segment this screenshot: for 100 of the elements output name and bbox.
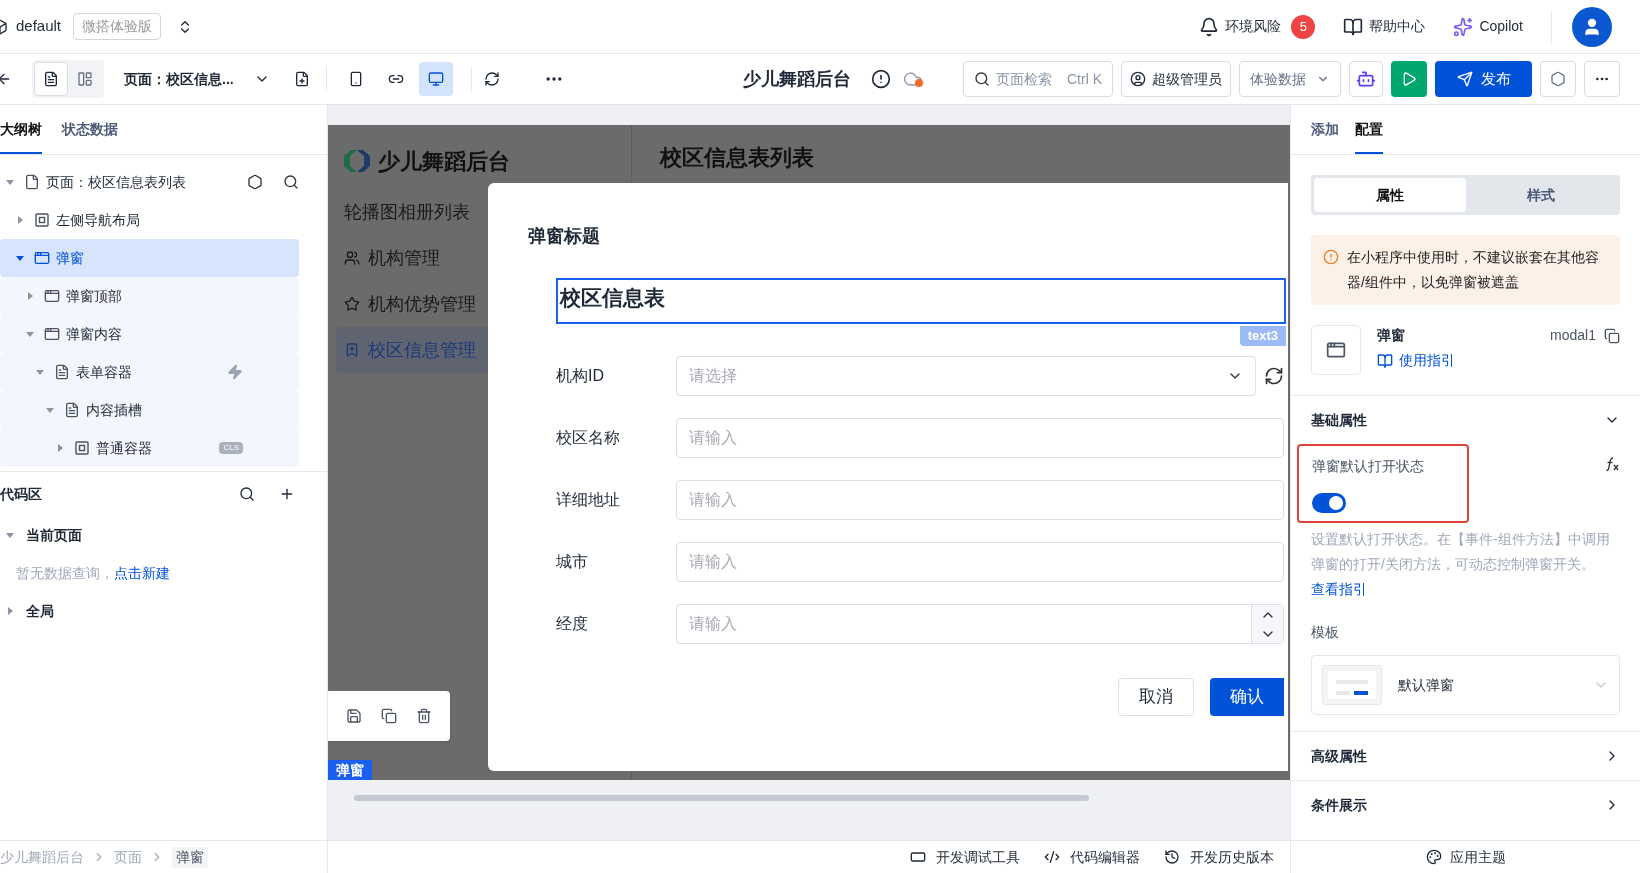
save-icon[interactable] — [345, 708, 362, 724]
publish-button[interactable]: 发布 — [1435, 61, 1532, 97]
header-link[interactable]: 帮助中心 — [1343, 16, 1426, 37]
edition-tag: 微搭体验版 — [73, 13, 162, 40]
window-icon — [44, 326, 60, 342]
tree-item[interactable]: 弹窗 — [0, 239, 299, 277]
page-select[interactable]: 页面：校区信息... — [124, 68, 270, 90]
delete-icon[interactable] — [416, 708, 433, 724]
settings-button[interactable] — [1540, 61, 1576, 97]
form-icon — [54, 364, 70, 380]
tree-item[interactable]: 弹窗顶部 — [0, 277, 299, 315]
shortcut-hint: Ctrl K — [1067, 69, 1102, 89]
input-field[interactable]: 请输入 — [676, 418, 1284, 458]
people-icon — [344, 250, 360, 266]
add-icon[interactable] — [279, 486, 295, 502]
tree-item[interactable]: 表单容器 — [0, 353, 299, 391]
refresh-icon[interactable] — [1264, 366, 1284, 386]
panel-tab[interactable]: 配置 — [1355, 119, 1383, 154]
guide-link[interactable]: 使用指引 — [1377, 350, 1620, 371]
cloud-status-icon — [903, 69, 923, 89]
user-icon — [1582, 16, 1602, 37]
create-link[interactable]: 点击新建 — [114, 562, 170, 584]
tree-item[interactable]: 页面：校区信息表列表 — [0, 163, 299, 201]
search-icon[interactable] — [283, 174, 299, 190]
property-label: 弹窗默认打开状态 — [1312, 457, 1425, 476]
code-group[interactable]: 当前页面 — [0, 516, 327, 554]
settings-icon — [1550, 71, 1566, 87]
code-icon — [1044, 849, 1060, 865]
input-field[interactable]: 请输入 — [676, 542, 1284, 582]
tree-item[interactable]: 普通容器 CLS — [0, 429, 299, 467]
app-title: 少儿舞蹈后台 — [743, 67, 851, 91]
tree-item-tag: CLS — [219, 442, 243, 454]
tree-item-label: 弹窗内容 — [66, 324, 122, 344]
search-icon[interactable] — [239, 486, 255, 502]
expand-caret-icon[interactable] — [6, 607, 14, 615]
theme-link[interactable]: 应用主题 — [1449, 846, 1506, 868]
page-icon — [24, 174, 40, 190]
section-header[interactable]: 基础属性 — [1311, 396, 1620, 444]
empty-hint: 暂无数据查询， — [16, 563, 114, 583]
formula-icon[interactable] — [1604, 456, 1620, 472]
container-icon — [34, 212, 50, 228]
data-select[interactable]: 体验数据 — [1239, 61, 1341, 97]
property-help: 设置默认打开状态。在【事件-组件方法】中调用弹窗的打开/关闭方法，可动态控制弹窗开关。 — [1311, 531, 1610, 572]
segment-tab[interactable]: 样式 — [1465, 178, 1617, 212]
new-page-icon[interactable] — [293, 71, 310, 87]
section-header[interactable]: 条件展示 — [1311, 781, 1620, 829]
section-header[interactable]: 高级属性 — [1311, 732, 1620, 780]
field-label: 校区名称 — [556, 428, 621, 448]
expand-caret-icon[interactable] — [6, 531, 14, 539]
info-icon[interactable] — [871, 69, 891, 89]
section-title: 代码区 — [0, 484, 43, 504]
tree-item[interactable]: 弹窗内容 — [0, 315, 299, 353]
back-icon[interactable] — [0, 71, 12, 87]
role-button[interactable]: 超级管理员 — [1121, 61, 1231, 97]
tree-item[interactable]: 左侧导航布局 — [0, 201, 299, 239]
settings-icon[interactable] — [247, 174, 263, 190]
avatar[interactable] — [1572, 6, 1612, 47]
copy-icon[interactable] — [1604, 327, 1620, 344]
field-label: 经度 — [556, 614, 589, 634]
toggle-switch[interactable] — [1312, 493, 1346, 513]
palette-icon — [1425, 849, 1442, 865]
window-icon — [44, 288, 60, 304]
field-label: 模板 — [1311, 623, 1340, 642]
preview-button[interactable] — [1391, 61, 1427, 97]
panel-tab[interactable]: 添加 — [1311, 119, 1339, 154]
header-link[interactable]: Copilot — [1453, 16, 1523, 37]
copy-icon[interactable] — [381, 708, 397, 724]
assistant-button[interactable] — [1349, 61, 1383, 97]
play-icon — [1401, 71, 1417, 87]
guide-link[interactable]: 查看指引 — [1311, 581, 1367, 597]
header-link[interactable]: 环境风险 5 — [1199, 14, 1316, 39]
horizontal-scrollbar[interactable] — [354, 795, 1089, 801]
template-select[interactable]: 默认弹窗 — [1311, 655, 1620, 715]
window-icon — [34, 250, 50, 266]
field-label: 详细地址 — [556, 490, 621, 510]
device-toggle[interactable] — [418, 62, 453, 96]
container-icon — [74, 440, 90, 456]
panel-tab[interactable]: 大纲树 — [0, 119, 42, 154]
cancel-button[interactable]: 取消 — [1118, 678, 1194, 716]
search-icon — [974, 71, 990, 87]
view-toggle[interactable] — [34, 62, 68, 96]
refresh-icon[interactable] — [483, 71, 500, 87]
outline-icon — [43, 71, 59, 87]
send-icon — [1456, 71, 1473, 87]
tree-item[interactable]: 内容插槽 — [0, 391, 299, 429]
panel-tab[interactable]: 状态数据 — [62, 119, 118, 154]
tree-item-label: 表单容器 — [76, 362, 132, 382]
breadcrumb-item[interactable]: 弹窗 — [172, 846, 208, 868]
input-field[interactable]: 请输入 — [676, 480, 1284, 520]
tree-item-label: 内容插槽 — [86, 400, 142, 420]
component-id: modal1 — [1550, 326, 1596, 345]
dev-tool-button[interactable]: 开发调试工具 — [910, 846, 1020, 868]
dev-tool-button[interactable]: 开发历史版本 — [1164, 846, 1274, 868]
code-group[interactable]: 全局 — [0, 592, 327, 630]
warning-text: 在小程序中使用时，不建议嵌套在其他容器/组件中，以免弹窗被遮盖 — [1347, 248, 1600, 292]
confirm-button[interactable]: 确认 — [1210, 678, 1284, 716]
tree-item-label: 页面：校区信息表列表 — [46, 172, 186, 192]
segment-tab[interactable]: 属性 — [1314, 178, 1466, 212]
dev-tool-button[interactable]: 代码编辑器 — [1044, 846, 1140, 868]
tree-item-label: 弹窗 — [56, 248, 84, 268]
